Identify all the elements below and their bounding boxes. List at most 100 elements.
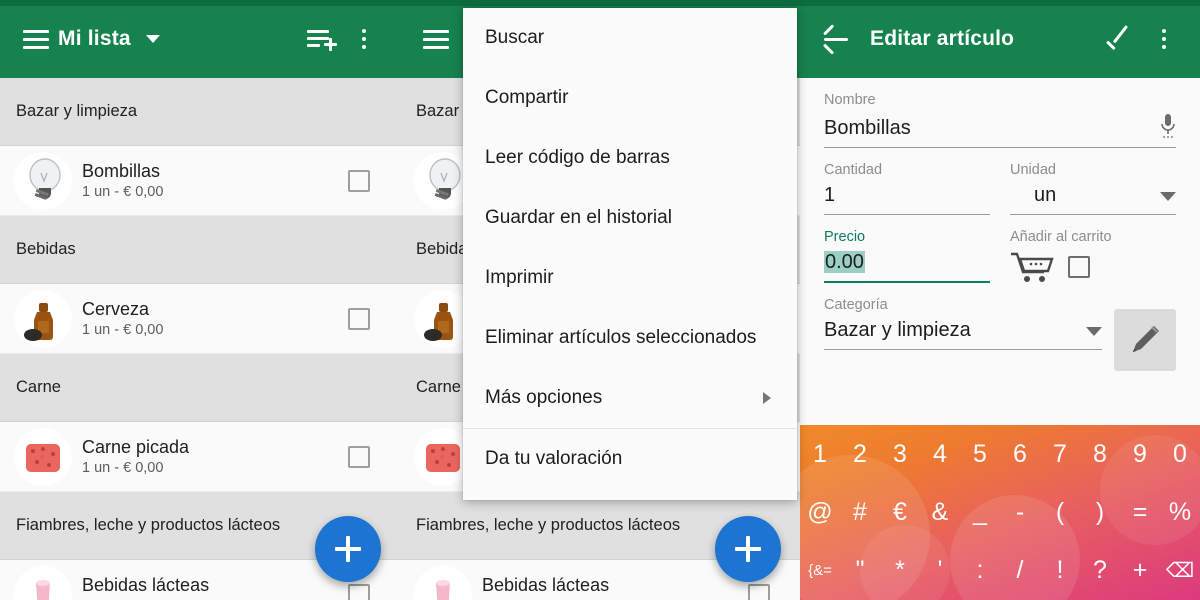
item-name: Cerveza [82, 298, 150, 319]
overflow-popup-menu[interactable]: Buscar Compartir Leer código de barras G… [463, 8, 797, 500]
cantidad-label: Cantidad [824, 162, 883, 178]
field-row-precio-carrito: Precio 0.00 Añadir al carrito [824, 229, 1176, 283]
field-nombre: Nombre Bombillas [824, 92, 1176, 148]
precio-value: 0.00 [824, 251, 865, 273]
key-paren-open[interactable]: ( [1040, 499, 1080, 525]
key-paren-close[interactable]: ) [1080, 499, 1120, 525]
key-2[interactable]: 2 [840, 441, 880, 467]
overflow-menu-icon[interactable] [1142, 17, 1186, 61]
item-checkbox[interactable] [348, 169, 370, 192]
key-3[interactable]: 3 [880, 441, 920, 467]
cantidad-input[interactable]: 1 [824, 178, 990, 215]
menu-item-label: Eliminar artículos seleccionados [485, 327, 757, 348]
plus-icon [735, 536, 761, 562]
key-hyphen[interactable]: - [1000, 499, 1040, 525]
menu-item-label: Da tu valoración [485, 448, 623, 469]
key-7[interactable]: 7 [1040, 441, 1080, 467]
key-5[interactable]: 5 [960, 441, 1000, 467]
list-app-bar: Mi lista [0, 0, 400, 78]
carrito-checkbox[interactable] [1068, 256, 1090, 278]
key-8[interactable]: 8 [1080, 441, 1120, 467]
overflow-menu-icon[interactable] [342, 17, 386, 61]
item-name: Bebidas lácteas [82, 574, 210, 595]
lightbulb-icon [14, 151, 72, 210]
menu-item-imprimir[interactable]: Imprimir [463, 248, 797, 308]
list-item[interactable]: Cerveza 1 un - € 0,00 [0, 284, 400, 354]
pencil-icon [1133, 326, 1159, 352]
menu-item-label: Compartir [485, 87, 569, 108]
key-9[interactable]: 9 [1120, 441, 1160, 467]
item-checkbox[interactable] [348, 445, 370, 468]
shopping-cart-icon[interactable] [1010, 251, 1056, 283]
menu-item-guardar-en-el-historial[interactable]: Guardar en el historial [463, 188, 797, 248]
key-equals[interactable]: = [1120, 499, 1160, 525]
keyboard-row-2: @ # € & _ - ( ) = % [800, 483, 1200, 541]
nombre-value: Bombillas [824, 117, 911, 139]
page-title: Editar artículo [870, 27, 1015, 50]
key-slash[interactable]: / [1000, 558, 1040, 583]
key-ampersand[interactable]: & [920, 499, 960, 525]
list-item[interactable]: Carne picada 1 un - € 0,00 [0, 422, 400, 492]
menu-item-buscar[interactable]: Buscar [463, 8, 797, 68]
hamburger-icon[interactable] [14, 17, 58, 61]
unidad-select[interactable]: un [1010, 178, 1176, 215]
key-exclamation[interactable]: ! [1040, 558, 1080, 583]
caret-down-icon [1160, 192, 1176, 201]
nombre-input[interactable]: Bombillas [824, 108, 1176, 148]
categoria-select[interactable]: Bazar y limpieza [824, 313, 1102, 350]
key-backspace-icon[interactable]: ⌫ [1160, 561, 1200, 581]
item-checkbox[interactable] [348, 583, 370, 600]
key-hash[interactable]: # [840, 499, 880, 525]
key-apostrophe[interactable]: ' [920, 558, 960, 583]
key-euro[interactable]: € [880, 499, 920, 525]
menu-item-da-tu-valoracion[interactable]: Da tu valoración [463, 429, 797, 489]
key-6[interactable]: 6 [1000, 441, 1040, 467]
playlist-add-icon[interactable] [298, 17, 342, 61]
add-item-fab[interactable] [315, 516, 381, 582]
key-underscore[interactable]: _ [960, 499, 1000, 525]
key-at[interactable]: @ [800, 499, 840, 525]
panel-shopping-list: Mi lista Bazar y limpieza Bombillas 1 un… [0, 0, 400, 600]
carrito-control [1010, 245, 1176, 283]
precio-input[interactable]: 0.00 [824, 245, 990, 283]
check-icon[interactable] [1098, 17, 1142, 61]
section-header: Carne [0, 354, 400, 422]
back-arrow-icon[interactable] [814, 17, 858, 61]
menu-item-eliminar-articulos-seleccionados[interactable]: Eliminar artículos seleccionados [463, 308, 797, 368]
item-checkbox[interactable] [348, 307, 370, 330]
keyboard-row-3: {&= " * ' : / ! ? + ⌫ [800, 542, 1200, 600]
key-0[interactable]: 0 [1160, 441, 1200, 467]
ground-meat-icon [14, 427, 72, 486]
menu-item-label: Leer código de barras [485, 147, 670, 168]
key-percent[interactable]: % [1160, 499, 1200, 525]
item-detail: 1 un - € 0,00 [82, 322, 164, 339]
key-question[interactable]: ? [1080, 558, 1120, 583]
menu-item-compartir[interactable]: Compartir [463, 68, 797, 128]
precio-label: Precio [824, 229, 866, 245]
nombre-label: Nombre [824, 92, 876, 108]
key-colon[interactable]: : [960, 558, 1000, 583]
cantidad-value: 1 [824, 184, 836, 206]
caret-down-icon [1086, 327, 1102, 336]
section-header: Bebidas [0, 216, 400, 284]
edit-category-button[interactable] [1114, 309, 1176, 371]
key-4[interactable]: 4 [920, 441, 960, 467]
item-checkbox[interactable] [748, 583, 770, 600]
key-1[interactable]: 1 [800, 441, 840, 467]
key-symbols-toggle[interactable]: {&= [800, 563, 840, 578]
menu-item-leer-codigo-de-barras[interactable]: Leer código de barras [463, 128, 797, 188]
caret-down-icon[interactable] [131, 17, 175, 61]
hamburger-icon[interactable] [414, 17, 458, 61]
list-item[interactable]: Bombillas 1 un - € 0,00 [0, 146, 400, 216]
item-detail: 1 un - € 0,00 [82, 460, 164, 477]
key-quote-double[interactable]: " [840, 558, 880, 583]
menu-item-mas-opciones[interactable]: Más opciones [463, 368, 797, 428]
plus-icon [335, 536, 361, 562]
key-plus[interactable]: + [1120, 558, 1160, 583]
item-name: Bebidas lácteas [482, 574, 610, 595]
on-screen-keyboard[interactable]: 1 2 3 4 5 6 7 8 9 0 @ # € & _ - () = % … [800, 425, 1200, 600]
list-title[interactable]: Mi lista [58, 27, 131, 51]
microphone-icon[interactable] [1160, 114, 1176, 140]
key-asterisk[interactable]: * [880, 558, 920, 583]
add-item-fab[interactable] [715, 516, 781, 582]
